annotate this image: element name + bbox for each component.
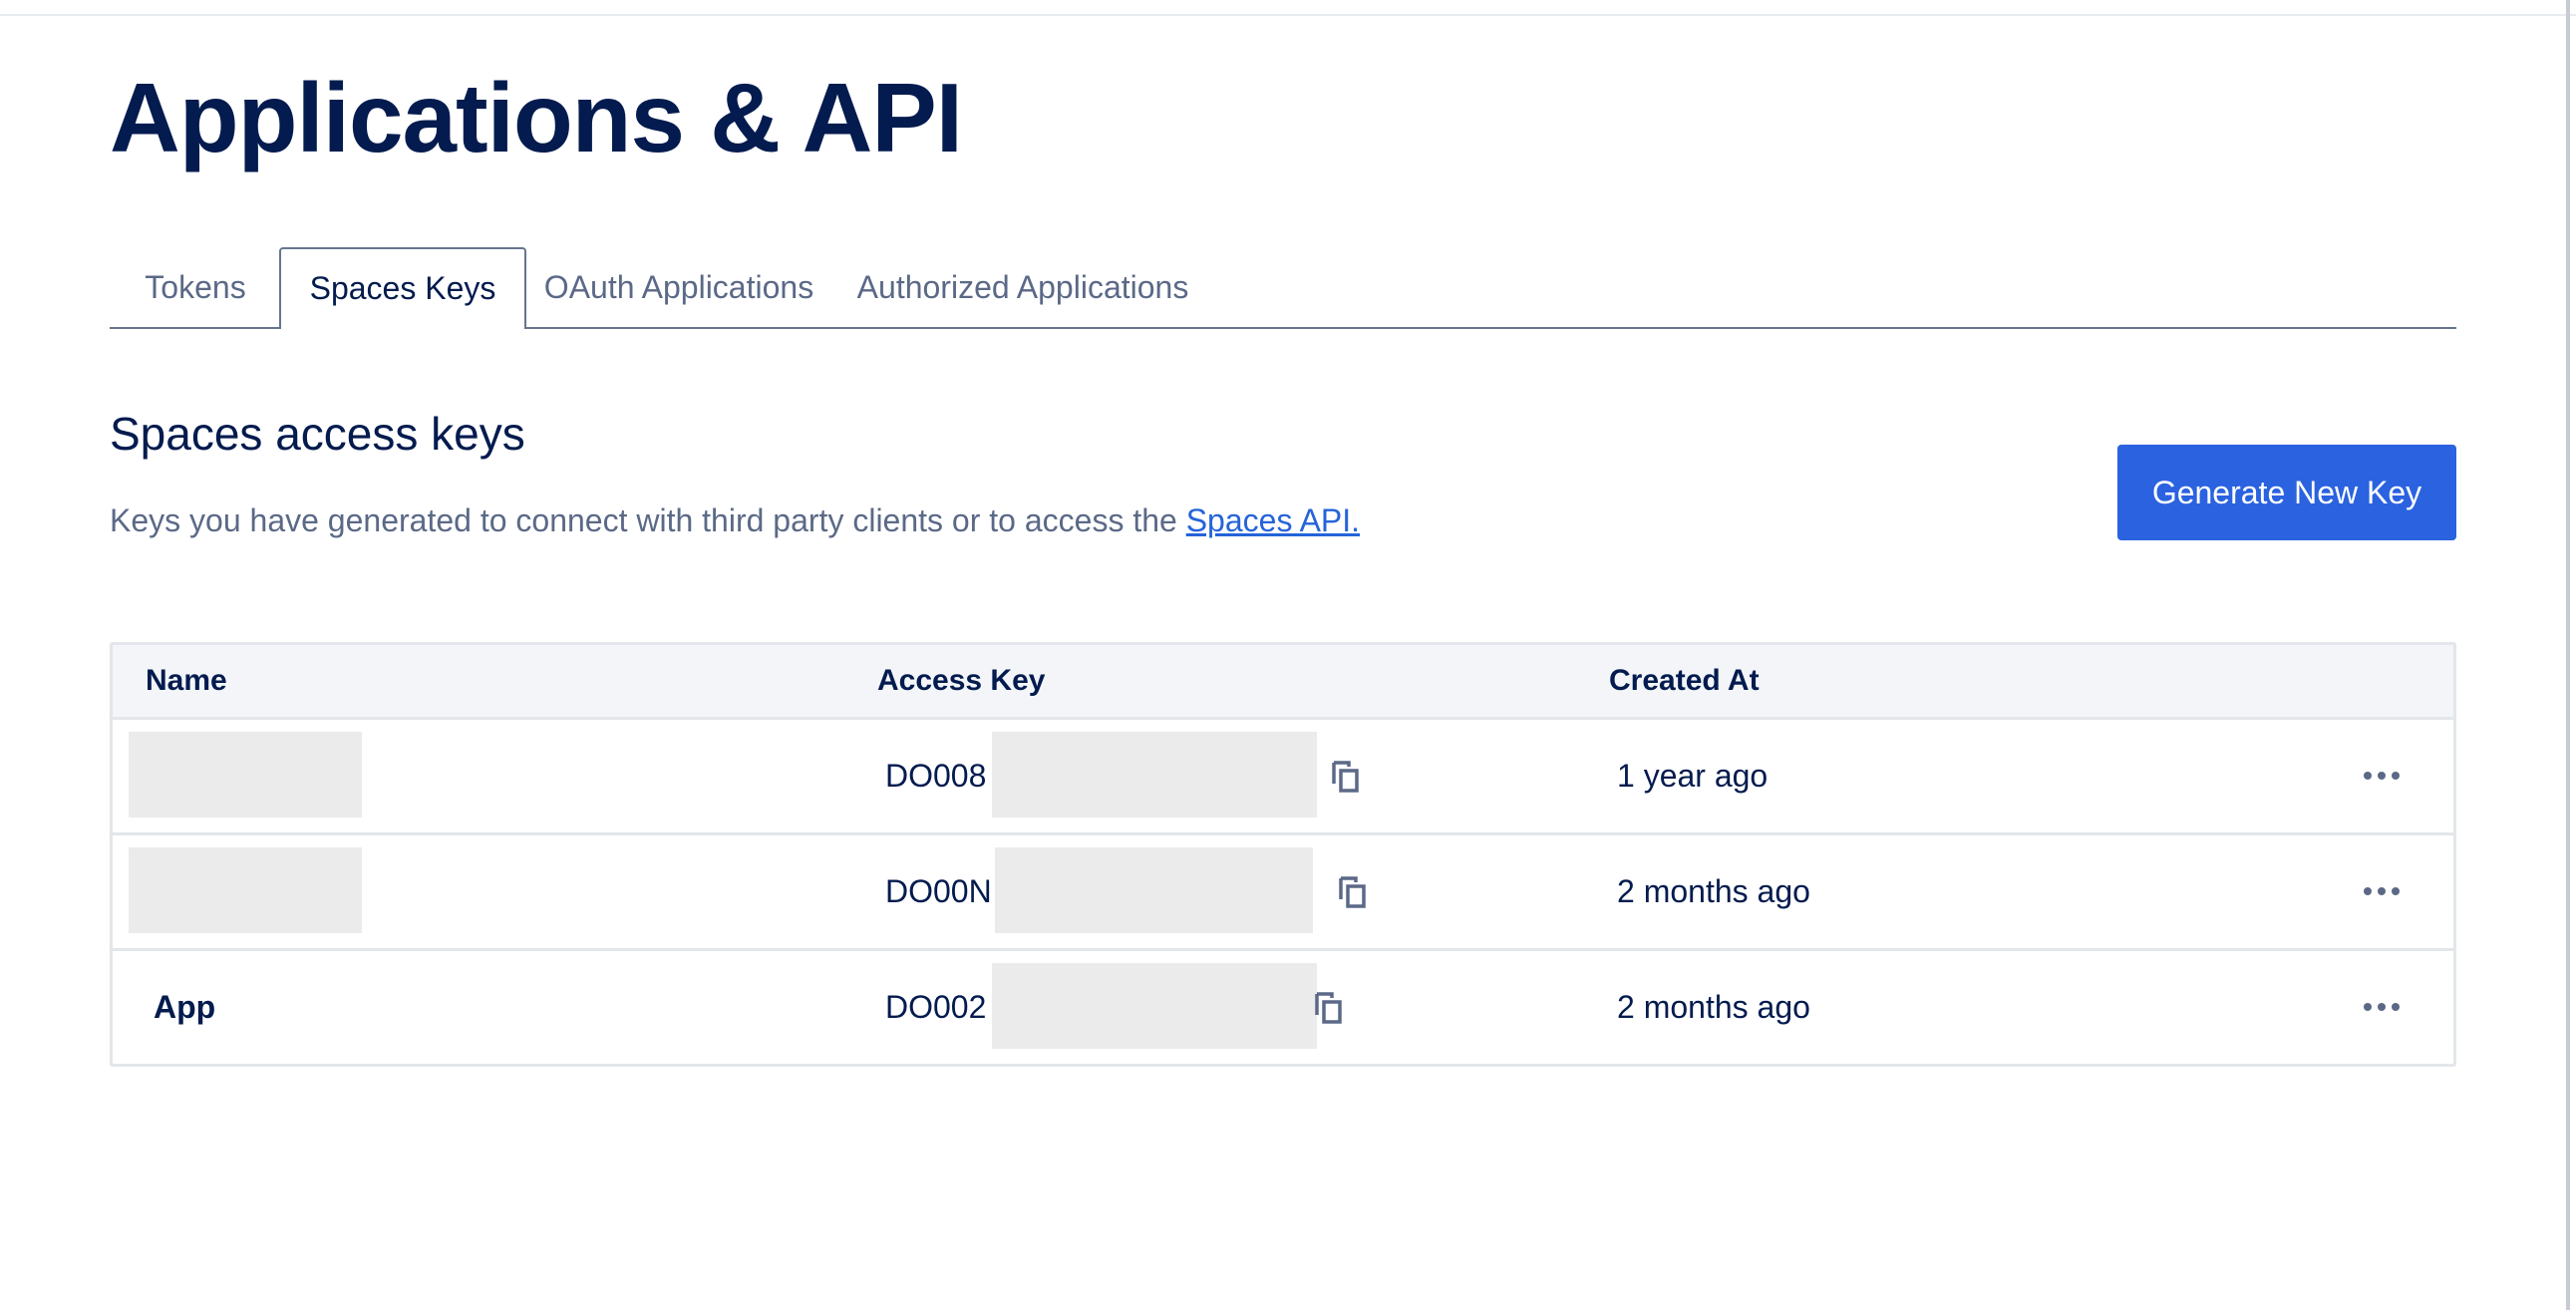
copy-icon[interactable] xyxy=(1331,760,1361,794)
table-header: Name Access Key Created At xyxy=(113,645,2453,720)
created-at: 2 months ago xyxy=(1617,989,1810,1025)
tab-oauth-applications[interactable]: OAuth Applications xyxy=(526,247,831,327)
created-at: 1 year ago xyxy=(1617,758,1769,794)
column-header-name: Name xyxy=(146,664,227,697)
copy-icon[interactable] xyxy=(1338,875,1368,909)
generate-new-key-button[interactable]: Generate New Key xyxy=(2117,445,2456,540)
redacted-access-key xyxy=(992,963,1317,1049)
access-key-prefix: DO00N xyxy=(885,873,992,909)
section-description: Keys you have generated to connect with … xyxy=(110,502,1360,539)
top-bar xyxy=(0,0,2576,16)
column-header-created-at: Created At xyxy=(1609,664,1760,697)
spaces-api-link[interactable]: Spaces API. xyxy=(1186,502,1360,538)
tab-tokens[interactable]: Tokens xyxy=(110,247,281,327)
key-name: App xyxy=(154,989,216,1025)
table-row: DO00N 2 months ago xyxy=(113,835,2453,951)
column-header-access-key: Access Key xyxy=(877,664,1046,697)
more-options-icon[interactable] xyxy=(2360,985,2404,1029)
more-options-icon[interactable] xyxy=(2360,869,2404,913)
page-title: Applications & API xyxy=(110,63,963,172)
created-at: 2 months ago xyxy=(1617,873,1810,909)
more-options-icon[interactable] xyxy=(2360,754,2404,798)
tab-authorized-applications[interactable]: Authorized Applications xyxy=(831,247,1214,327)
redacted-access-key xyxy=(995,847,1313,933)
window-scrollbar[interactable] xyxy=(2566,0,2570,1310)
redacted-access-key xyxy=(992,732,1317,818)
table-row: DO008 1 year ago xyxy=(113,720,2453,835)
tab-bar: Tokens Spaces Keys OAuth Applications Au… xyxy=(110,247,2456,331)
section-description-text: Keys you have generated to connect with … xyxy=(110,502,1186,538)
redacted-name xyxy=(129,847,362,933)
copy-icon[interactable] xyxy=(1314,991,1344,1025)
spaces-keys-table: Name Access Key Created At DO008 1 year … xyxy=(110,642,2456,1067)
redacted-name xyxy=(129,732,362,818)
tab-spaces-keys[interactable]: Spaces Keys xyxy=(279,247,526,331)
table-row: App DO002 2 months ago xyxy=(113,951,2453,1064)
access-key-prefix: DO002 xyxy=(885,989,987,1025)
access-key-prefix: DO008 xyxy=(885,758,987,794)
section-title: Spaces access keys xyxy=(110,408,525,460)
